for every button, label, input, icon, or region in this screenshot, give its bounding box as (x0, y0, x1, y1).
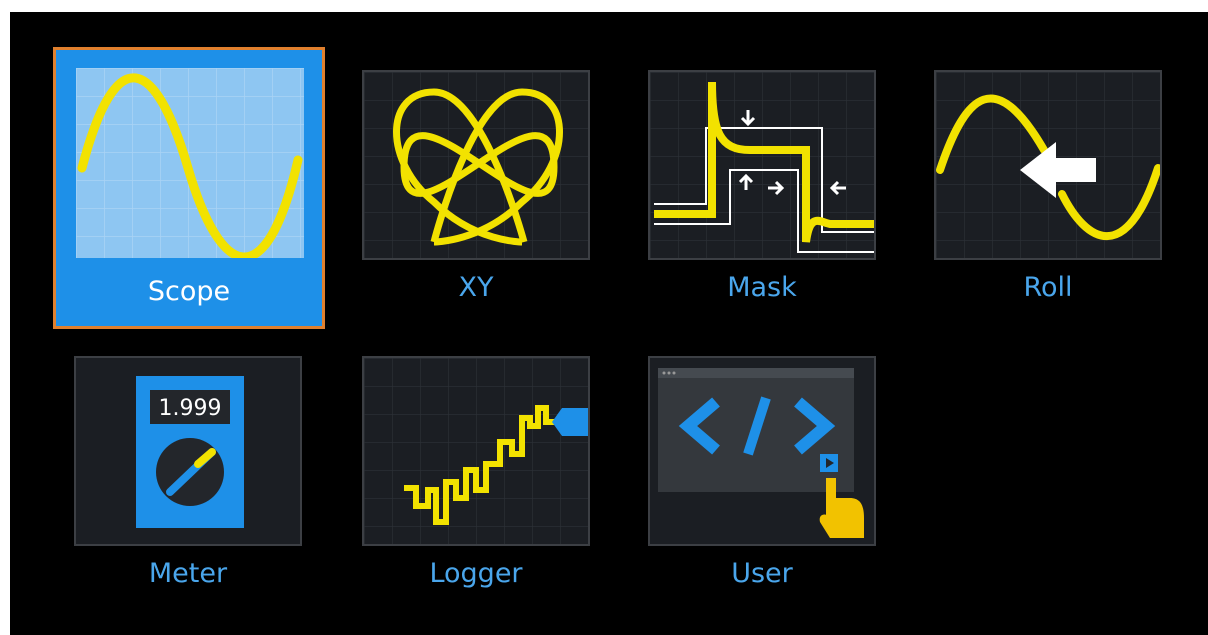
meter-reading: 1.999 (159, 396, 222, 421)
mask-thumbnail (648, 70, 876, 260)
mode-label-user: User (731, 558, 793, 589)
scope-thumbnail (76, 68, 304, 258)
mode-label-logger: Logger (429, 558, 523, 589)
mode-tile-scope[interactable]: Scope (53, 47, 325, 329)
sine-wave-icon (76, 68, 304, 258)
lissajous-icon (364, 72, 588, 258)
logger-icon (364, 358, 588, 544)
roll-thumbnail (934, 70, 1162, 260)
roll-arrow-icon (936, 72, 1160, 258)
logger-thumbnail (362, 356, 590, 546)
mode-tile-user[interactable]: User (648, 356, 876, 596)
mode-tile-logger[interactable]: Logger (362, 356, 590, 596)
mode-tile-meter[interactable]: 1.999 Meter (74, 356, 302, 596)
mode-label-roll: Roll (1023, 272, 1073, 303)
mode-label-scope: Scope (147, 276, 231, 307)
mode-label-mask: Mask (727, 272, 797, 303)
mode-tile-mask[interactable]: Mask (648, 70, 876, 310)
mode-tile-roll[interactable]: Roll (934, 70, 1162, 310)
mode-selection-panel: Scope XY Mask Roll 1.999 Meter Logger Us… (10, 12, 1208, 635)
mask-test-icon (650, 72, 874, 258)
multimeter-icon: 1.999 (136, 376, 244, 528)
meter-thumbnail: 1.999 (74, 356, 302, 546)
xy-thumbnail (362, 70, 590, 260)
mode-label-meter: Meter (148, 558, 228, 589)
mode-tile-xy[interactable]: XY (362, 70, 590, 310)
user-thumbnail (648, 356, 876, 546)
mode-label-xy: XY (458, 272, 494, 303)
code-tag-icon (658, 368, 864, 538)
